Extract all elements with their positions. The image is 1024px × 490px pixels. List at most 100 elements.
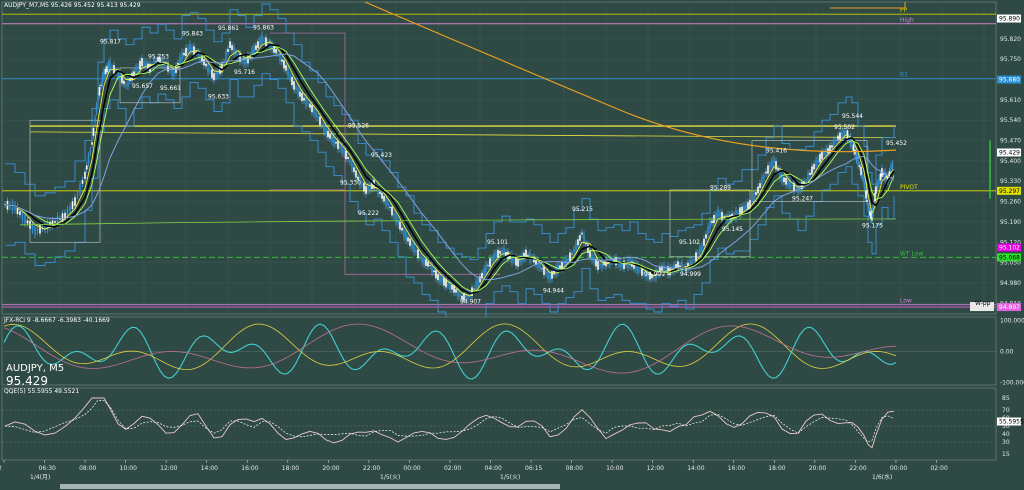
candle-body [427,261,429,267]
candle-body [31,225,34,231]
candle-body [387,202,389,207]
candle-body [701,245,703,252]
candle-body [91,142,93,145]
candle-body [487,265,489,266]
candle-body [795,187,797,190]
candle-body [179,56,181,65]
chart-canvas[interactable]: PPHighR1PIVOTWT LowLow W-pp 95.81795.8439… [0,0,1024,490]
candle-body [74,197,76,206]
candle-body [545,271,547,274]
time-label: 14:00 [687,465,704,472]
candle-body [813,164,815,170]
price-annotation: 95.215 [572,206,593,213]
candle-body [100,84,102,86]
price-axis: 95.890 95.820 95.750 95.680 95.610 95.540 95.4… [997,14,1021,312]
candle-body [855,152,858,161]
candle-body [403,228,405,238]
candle-body [423,257,425,265]
candle-body [215,71,217,78]
qqe-tag: 55.5955 [999,419,1024,426]
candle-body [24,214,26,224]
candle-body [860,166,862,176]
price-tag-label: 95.680 [999,77,1020,84]
candle-body [36,228,39,232]
candle-body [349,159,351,163]
candle-body [207,63,209,73]
candle-body [717,209,719,217]
rci-tick: 100.0000 [1000,318,1024,325]
candle-body [697,253,699,255]
price-tick-label: 94.980 [1000,280,1021,287]
time-label: 08:00 [566,465,583,472]
candle-body [385,197,387,206]
level-label: PIVOT [900,184,918,191]
candle-body [79,184,81,193]
candle-body [499,251,501,254]
candle-body [301,93,303,101]
candle-body [189,43,191,52]
price-annotation: 95.817 [100,39,121,46]
date-label: 1/5(火) [500,474,520,481]
candle-body [483,268,485,276]
candle-body [229,41,231,48]
candle-body [277,53,279,55]
candle-body [539,264,541,269]
price-annotation: 95.102 [679,239,700,246]
candle-body [309,103,311,108]
time-label: 00:00 [403,465,420,472]
price-tick-label: 95.470 [1000,138,1021,145]
candle-body [109,60,111,70]
candle-body [425,259,427,266]
candle-body [26,220,29,224]
candle-body [361,183,363,185]
candle-body [139,60,141,70]
price-tag-label: 95.102 [999,244,1020,251]
candle-body [411,242,413,249]
candle-body [695,252,697,262]
rci-tick: -100.0000 [1000,379,1024,386]
candle-body [187,47,189,52]
candle-body [866,199,868,202]
candle-body [858,165,861,167]
candle-body [399,221,401,230]
candle-body [699,246,701,256]
candle-body [691,259,693,265]
candle-body [891,163,894,168]
price-annotation: 95.502 [834,124,855,131]
time-label: 06:15 [525,465,542,472]
candle-body [679,265,681,268]
candle-body [843,130,845,137]
candle-body [421,257,423,263]
candle-body [11,202,14,211]
candle-body [787,179,789,186]
candle-body [711,220,713,224]
candle-body [864,185,866,190]
level-label: Low [900,298,912,305]
candle-body [429,265,431,266]
price-annotation: 95.753 [148,53,169,60]
status-symbol: AUDJPY, M5 [6,363,65,374]
candle-body [639,269,641,271]
candle-body [71,201,74,210]
time-label: 00:00 [890,465,907,472]
candle-body [311,105,313,113]
candle-body [623,260,625,270]
candle-body [761,177,763,186]
time-label: 04:00 [485,465,502,472]
candle-body [335,141,337,144]
qqe-tick: 40 [1002,431,1010,438]
price-annotation: 95.222 [358,210,379,217]
candle-body [297,87,299,96]
candle-body [876,182,879,189]
price-annotation: 94.999 [644,271,665,278]
candle-body [265,37,267,47]
candle-body [755,192,757,196]
level-label: W-pp [975,300,991,307]
price-tick-label: 95.540 [1000,117,1021,124]
candle-body [841,131,843,138]
candle-body [819,153,821,163]
price-annotation: 95.101 [487,239,508,246]
candle-body [559,265,561,269]
candle-body [141,57,143,67]
candle-body [581,232,583,235]
